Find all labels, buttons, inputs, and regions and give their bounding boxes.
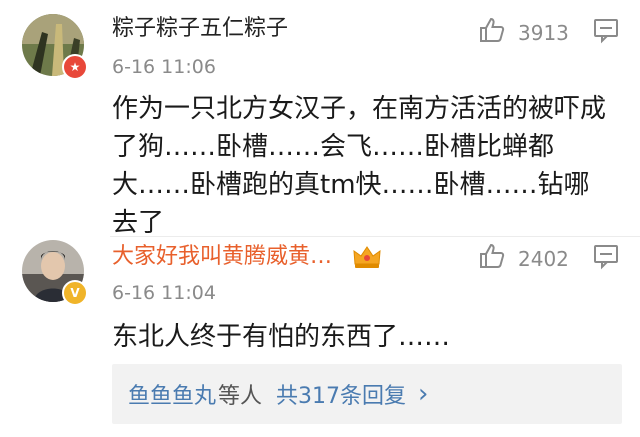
comment-text-line: 作为一只北方女汉子，在南方活活的被吓成 — [112, 94, 607, 124]
reply-count-link[interactable]: 共317条回复 — [276, 378, 406, 410]
comment-bubble-icon — [592, 19, 620, 48]
thumbs-up-icon — [478, 242, 506, 275]
avatar[interactable]: V — [22, 240, 88, 306]
comment-time: 6-16 11:04 — [112, 282, 216, 304]
divider — [110, 236, 640, 237]
comment-username[interactable]: 大家好我叫黄腾威黄… — [112, 244, 332, 270]
comment-text: 东北人终于有怕的东西了…… — [112, 318, 612, 356]
vip-crown-icon — [352, 244, 382, 274]
comment-text: 作为一只北方女汉子，在南方活活的被吓成 了狗……卧槽……会飞……卧槽比蝉都 大…… — [112, 90, 612, 242]
chevron-right-icon: › — [418, 379, 429, 409]
comment-time: 6-16 11:06 — [112, 56, 216, 78]
reply-usernames[interactable]: 鱼鱼鱼丸 — [128, 378, 216, 410]
reply-others-label: 等人 — [218, 384, 263, 409]
like-count: 2402 — [518, 246, 569, 271]
star-badge-icon: ★ — [62, 54, 88, 80]
reply-button[interactable] — [592, 16, 620, 48]
comment-text-line: 大……卧槽跑的真tm快……卧槽……钻哪 — [112, 170, 590, 200]
like-button[interactable]: 3913 — [478, 16, 569, 49]
like-button[interactable]: 2402 — [478, 242, 569, 275]
comment-text-line: 东北人终于有怕的东西了…… — [112, 322, 451, 352]
like-count: 3913 — [518, 20, 569, 45]
replies-summary[interactable]: 鱼鱼鱼丸 等人 共317条回复 › — [112, 364, 622, 424]
comment-username[interactable]: 粽子粽子五仁粽子 — [112, 16, 288, 42]
comment-bubble-icon — [592, 245, 620, 274]
verified-v-icon: V — [62, 280, 88, 306]
reply-button[interactable] — [592, 242, 620, 274]
thumbs-up-icon — [478, 16, 506, 49]
comment-text-line: 了狗……卧槽……会飞……卧槽比蝉都 — [112, 132, 555, 162]
avatar[interactable]: ★ — [22, 14, 88, 80]
